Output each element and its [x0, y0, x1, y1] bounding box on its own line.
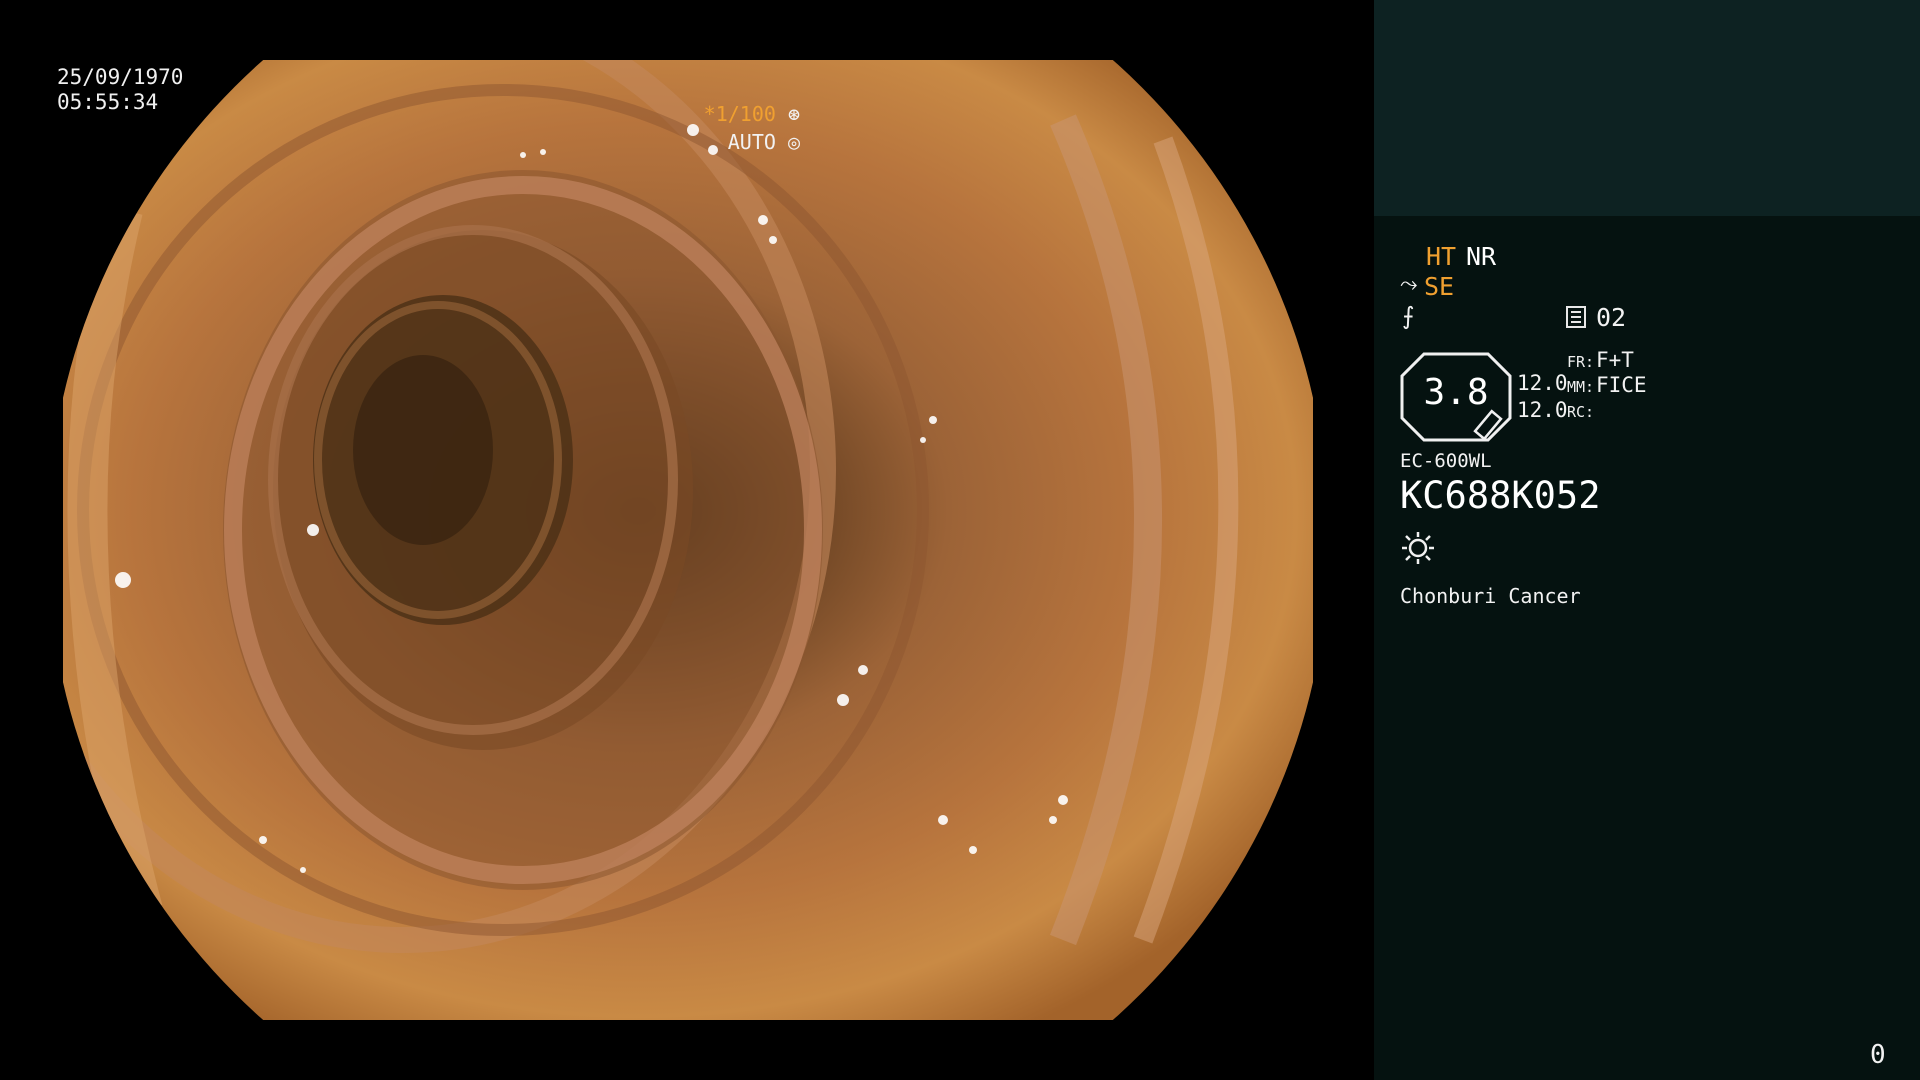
value-2: 12.0	[1517, 398, 1568, 422]
mm-label: MM:	[1567, 378, 1595, 396]
date-text: 25/09/1970	[57, 65, 184, 89]
aperture-icon: ⊛	[787, 102, 800, 126]
se-label: SE	[1424, 272, 1455, 301]
frame-counter: 0	[1870, 1040, 1886, 1070]
date-time-display: 25/09/1970 05:55:34	[57, 65, 183, 115]
exposure-info: *1/100 ⊛ AUTO ◎	[704, 100, 800, 156]
time-text: 05:55:34	[57, 90, 159, 114]
endoscope-view-area: 25/09/1970 05:55:34 *1/100 ⊛ AUTO ◎	[0, 0, 1374, 1080]
value-1: 12.0	[1517, 371, 1568, 395]
nr-label: NR	[1466, 242, 1497, 271]
auto-exposure-icon: ◎	[787, 130, 800, 154]
rc-label: RC:	[1567, 403, 1595, 421]
endoscopic-image	[63, 60, 1313, 1020]
light-source-icon	[1402, 532, 1434, 564]
fr-label: FR:	[1567, 353, 1595, 371]
shutter-speed-text: *1/100	[703, 102, 776, 126]
structure-enhancement-icon: ⤳	[1400, 272, 1418, 297]
fr-value: F+T	[1596, 348, 1634, 372]
exposure-mode-text: AUTO	[727, 130, 776, 154]
status-panel	[1374, 216, 1920, 1080]
colon-lumen-image	[63, 60, 1313, 1020]
zoom-value: 3.8	[1423, 372, 1489, 413]
hospital-name: Chonburi Cancer	[1400, 584, 1581, 608]
scope-serial: KC688K052	[1400, 474, 1601, 517]
doc-number: 02	[1596, 303, 1627, 332]
document-icon	[1566, 306, 1586, 328]
scope-model: EC-600WL	[1400, 450, 1492, 472]
ht-label: HT	[1426, 242, 1457, 271]
status-panel-header	[1374, 0, 1920, 216]
color-tone-icon: ⨍	[1402, 302, 1415, 330]
mm-value: FICE	[1596, 373, 1647, 397]
